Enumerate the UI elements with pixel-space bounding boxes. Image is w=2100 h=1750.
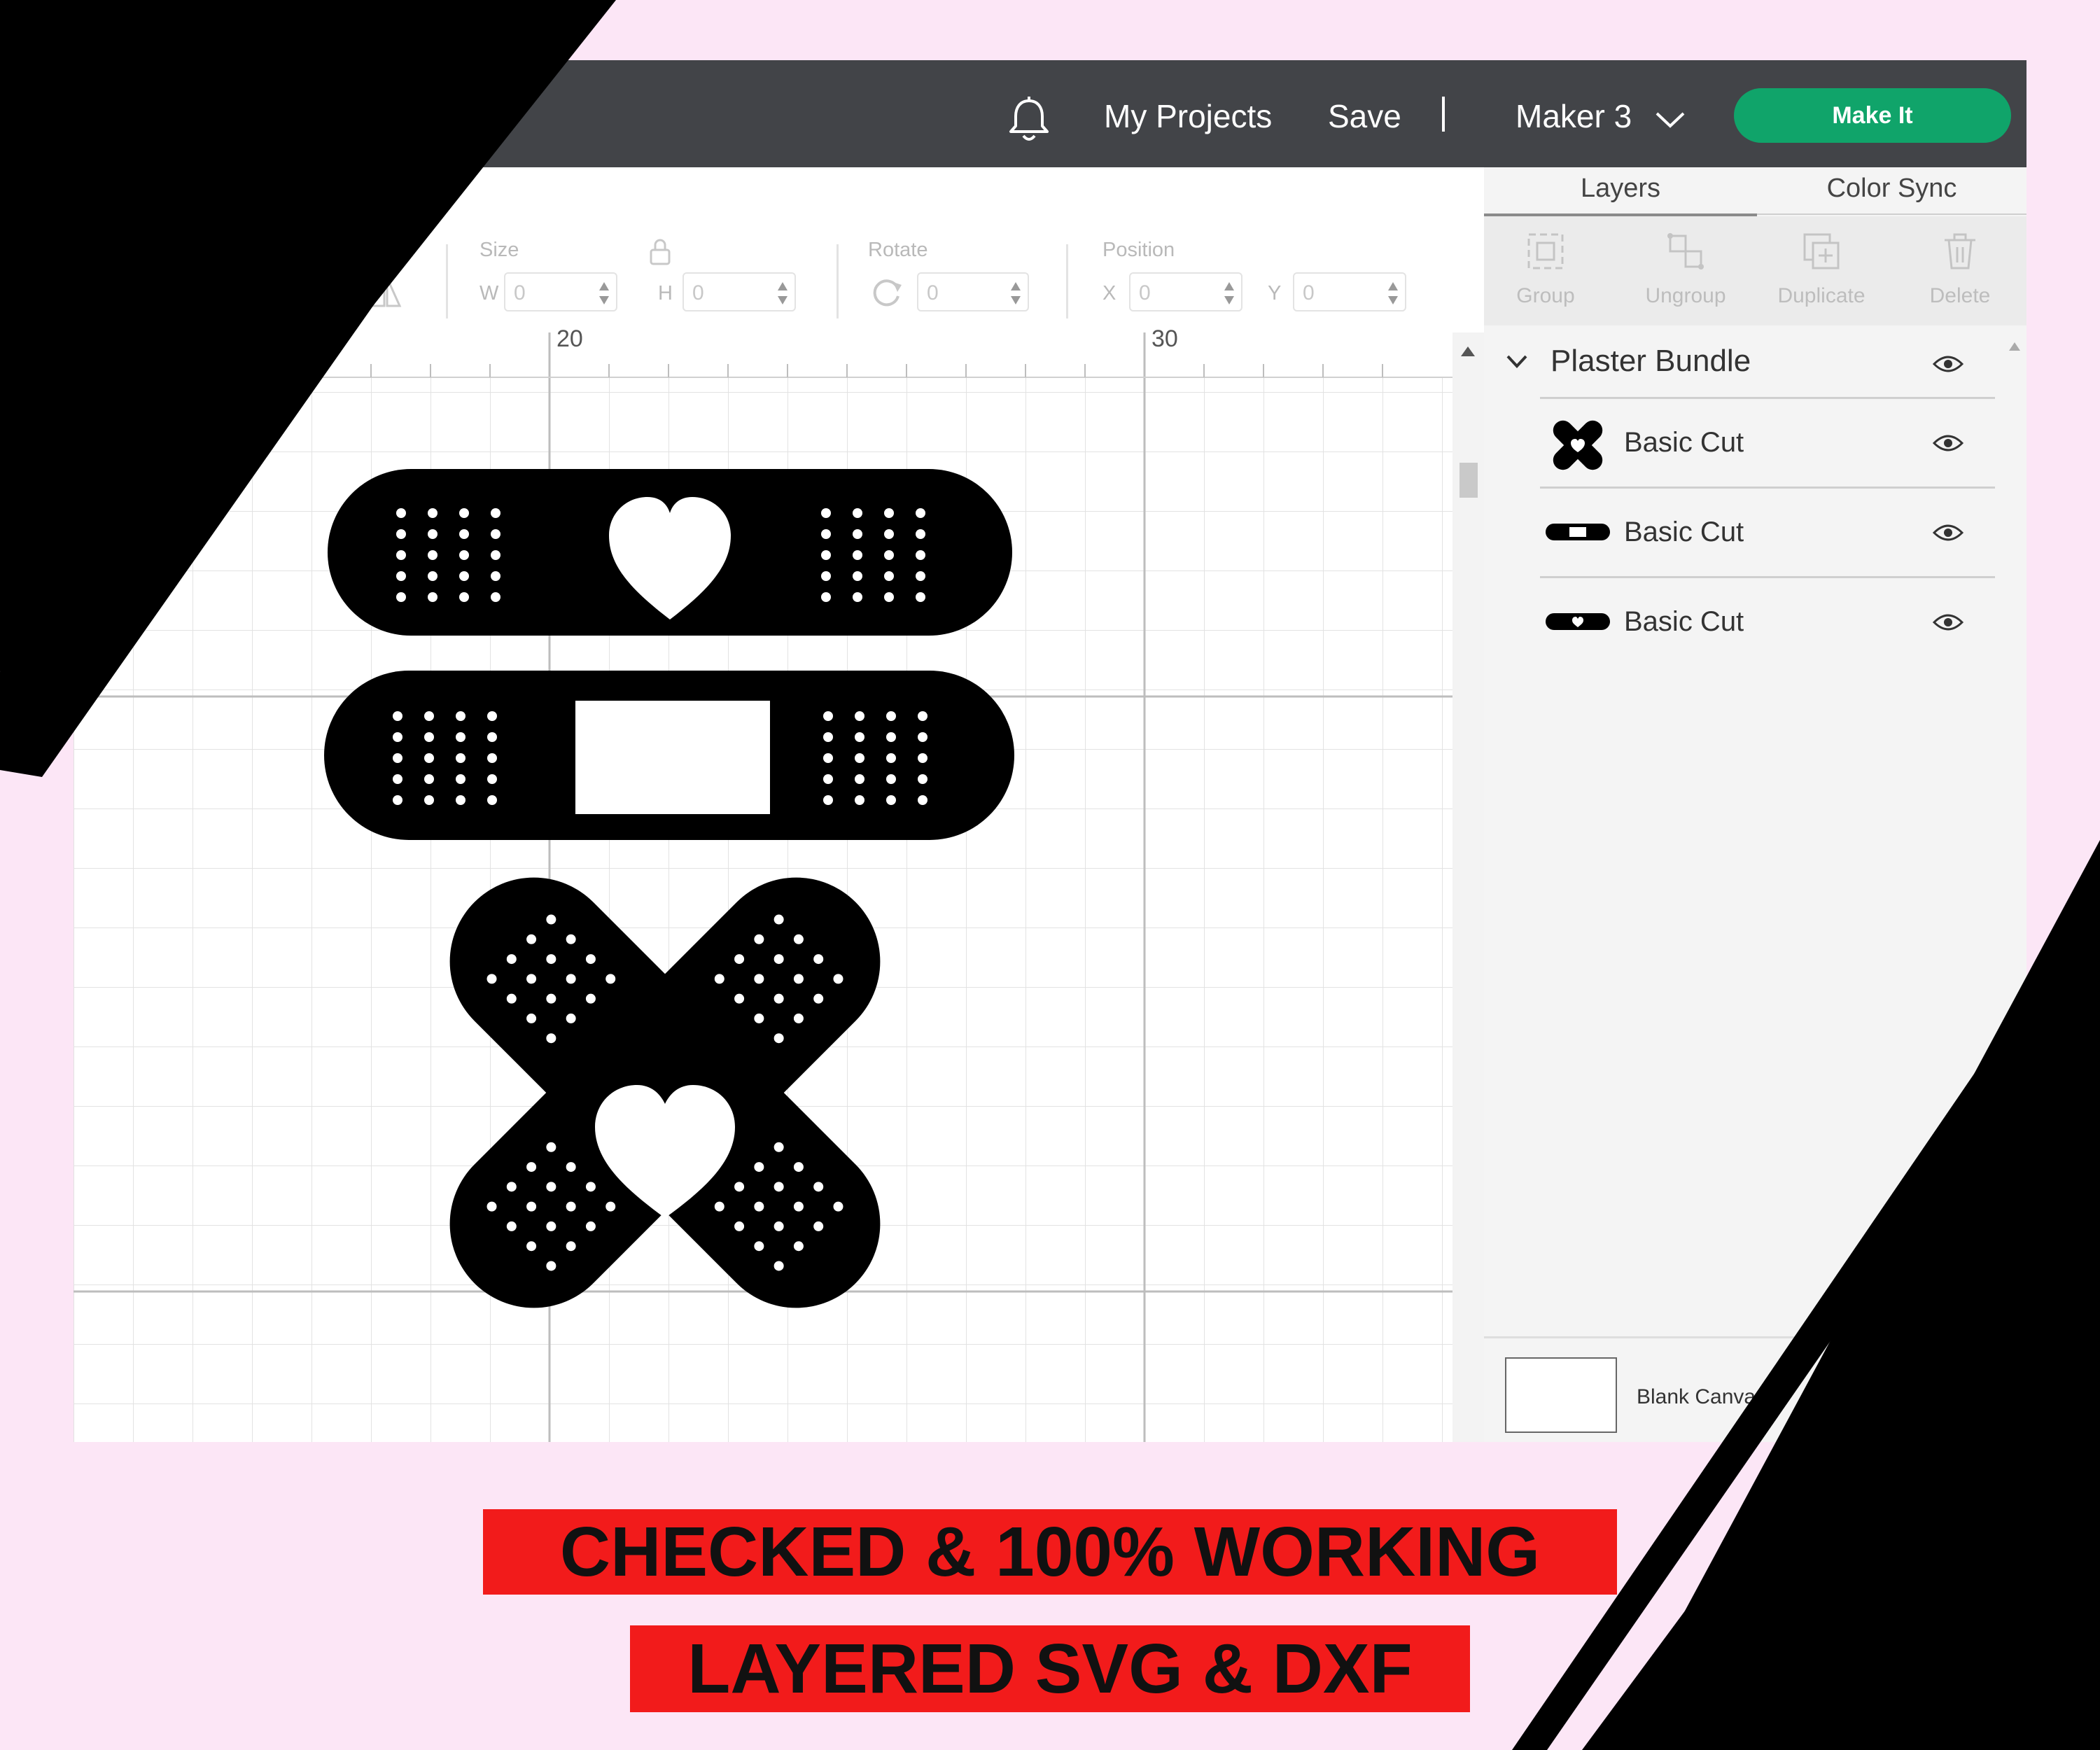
scroll-up-icon[interactable] [1460, 345, 1476, 358]
blank-canvas-swatch[interactable] [1505, 1357, 1617, 1433]
layers-panel: Layers Color Sync Group Ungroup Duplicat… [1484, 167, 2026, 1442]
layered-svg-dxf-banner: LAYERED SVG & DXF [630, 1625, 1470, 1712]
canvas-grid [74, 332, 1452, 1442]
machine-select[interactable]: Maker 3 [1516, 94, 1632, 139]
save-button[interactable]: Save [1328, 94, 1401, 139]
y-label: Y [1268, 282, 1282, 304]
layer-name: Basic Cut [1624, 606, 1744, 637]
eye-icon[interactable] [1932, 521, 1964, 545]
x-input[interactable]: 0 [1129, 272, 1242, 312]
heart-plaster-design[interactable] [328, 469, 1012, 636]
height-label: H [658, 282, 673, 304]
bell-icon[interactable] [1004, 95, 1054, 144]
scroll-thumb[interactable] [1460, 463, 1478, 498]
height-input[interactable]: 0 [682, 272, 796, 312]
rotate-label: Rotate [868, 239, 928, 261]
ruler-mark-30: 30 [1152, 326, 1178, 352]
ruler-mark-20: 20 [556, 326, 583, 352]
canvas-scrollbar[interactable] [1452, 332, 1484, 1442]
rotate-input[interactable]: 0 [917, 272, 1029, 312]
stepper-icon[interactable] [1009, 281, 1022, 306]
x-value: 0 [1139, 281, 1151, 304]
group-icon [1527, 233, 1564, 270]
stepper-icon[interactable] [598, 281, 610, 306]
eye-icon[interactable] [1932, 431, 1964, 455]
edit-toolbar: Size W 0 H 0 Rotate 0 Position X 0 Y 0 [74, 167, 1484, 332]
y-value: 0 [1303, 281, 1315, 304]
width-input[interactable]: 0 [504, 272, 617, 312]
design-space-window: My Projects Save Maker 3 Make It Size W … [74, 60, 2026, 1442]
ungroup-icon [1667, 233, 1704, 270]
layer-row[interactable]: Basic Cut [1484, 489, 2026, 578]
stepper-icon[interactable] [1387, 281, 1399, 306]
position-label: Position [1102, 239, 1175, 261]
top-bar: My Projects Save Maker 3 Make It [74, 60, 2026, 167]
lock-icon[interactable] [648, 237, 672, 265]
delete-button[interactable]: Delete [1904, 216, 2016, 326]
make-it-button[interactable]: Make It [1734, 88, 2011, 143]
group-button[interactable]: Group [1490, 216, 1602, 326]
tab-divider [1757, 214, 2026, 215]
duplicate-icon [1803, 233, 1840, 270]
tab-layers[interactable]: Layers [1484, 167, 1757, 209]
delete-label: Delete [1929, 284, 1991, 307]
chevron-down-icon[interactable] [1654, 109, 1686, 130]
rotate-icon [873, 279, 902, 307]
trash-icon [1945, 233, 1975, 270]
layer-row[interactable]: Basic Cut [1484, 578, 2026, 668]
x-label: X [1102, 282, 1116, 304]
checked-working-banner: CHECKED & 100% WORKING [483, 1509, 1617, 1595]
size-label: Size [479, 239, 519, 261]
cross-plaster-thumbnail [1553, 420, 1603, 470]
eye-icon[interactable] [1932, 610, 1964, 634]
panel-divider [1484, 1336, 2026, 1338]
toolbar-divider [836, 244, 839, 318]
stepper-icon[interactable] [1223, 281, 1236, 306]
blank-canvas-label: Blank Canvas [1637, 1385, 1767, 1408]
height-value: 0 [692, 281, 704, 304]
flip-icon[interactable] [366, 272, 405, 312]
square-plaster-thumbnail [1546, 524, 1610, 540]
ungroup-button[interactable]: Ungroup [1630, 216, 1742, 326]
my-projects-link[interactable]: My Projects [1104, 94, 1272, 139]
toolbar-divider [446, 244, 448, 318]
width-label: W [479, 282, 499, 304]
scroll-up-icon[interactable] [2008, 341, 2022, 352]
layer-actions: Group Ungroup Duplicate Delete [1484, 216, 2026, 326]
square-plaster-design[interactable] [324, 671, 1014, 840]
layer-name: Basic Cut [1624, 517, 1744, 547]
design-canvas[interactable]: 20 30 [74, 326, 1452, 1442]
layer-row[interactable]: Basic Cut [1484, 399, 2026, 489]
layer-group-row[interactable]: Plaster Bundle [1484, 326, 2026, 399]
heart-plaster-thumbnail [1546, 613, 1610, 630]
stepper-icon[interactable] [776, 281, 789, 306]
ungroup-label: Ungroup [1645, 284, 1726, 307]
layer-name: Basic Cut [1624, 427, 1744, 458]
tab-color-sync[interactable]: Color Sync [1757, 167, 2026, 209]
group-name: Plaster Bundle [1550, 344, 1751, 378]
toolbar-divider [1066, 244, 1068, 318]
rotate-value: 0 [927, 281, 939, 304]
width-value: 0 [514, 281, 526, 304]
chevron-down-icon[interactable] [1505, 354, 1529, 370]
duplicate-button[interactable]: Duplicate [1765, 216, 1877, 326]
eye-icon[interactable] [1932, 352, 1964, 376]
duplicate-label: Duplicate [1777, 284, 1865, 307]
group-label: Group [1516, 284, 1575, 307]
header-divider [1442, 97, 1445, 132]
y-input[interactable]: 0 [1293, 272, 1406, 312]
